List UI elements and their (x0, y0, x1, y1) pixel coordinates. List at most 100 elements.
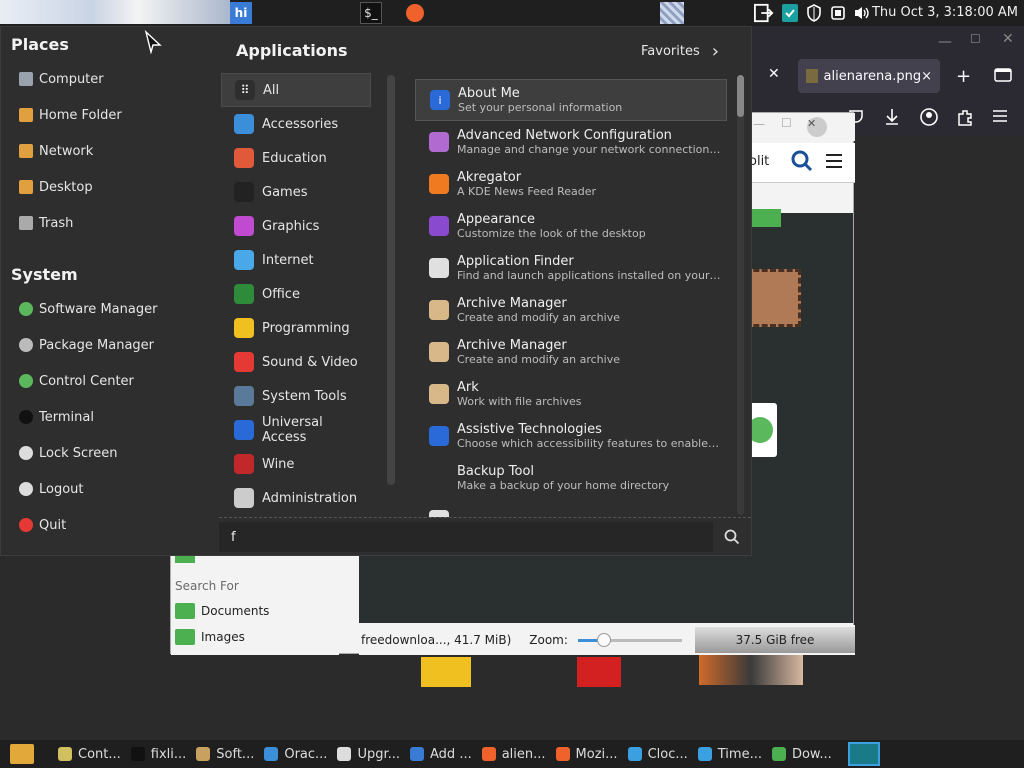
file-manager-launcher-icon[interactable] (10, 744, 34, 764)
minimize-icon[interactable]: — (938, 34, 952, 50)
category-accessories[interactable]: Accessories (221, 107, 371, 141)
app-item[interactable]: i About Me Set your personal information (415, 79, 727, 121)
category-universal-access[interactable]: Universal Access (221, 413, 371, 447)
place-item-computer[interactable]: Computer (19, 69, 104, 89)
system-item-quit[interactable]: Quit (19, 515, 66, 535)
app-item[interactable]: Application Finder Find and launch applic… (415, 247, 727, 289)
app-item[interactable]: Archive Manager Create and modify an arch… (415, 331, 727, 373)
system-item-terminal[interactable]: Terminal (19, 407, 94, 427)
fm-close-icon[interactable]: ✕ (807, 117, 827, 137)
extensions-icon[interactable] (956, 108, 974, 130)
close-tab-icon[interactable]: ✕ (768, 66, 780, 82)
sidebar-search-for-header: Search For (175, 579, 239, 593)
file-thumb-green[interactable] (749, 209, 781, 227)
category-education[interactable]: Education (221, 141, 371, 175)
app-item[interactable] (415, 499, 727, 517)
taskbar-item[interactable]: Dow... (771, 747, 832, 762)
appearance-icon (429, 216, 449, 236)
exit-tray-icon[interactable] (754, 3, 774, 23)
sidebar-item-documents[interactable]: Documents (175, 603, 269, 619)
category-office[interactable]: Office (221, 277, 371, 311)
taskbar-item[interactable]: Add ... (410, 747, 472, 762)
firefox-icon (481, 747, 496, 761)
app-item[interactable]: Akregator A KDE News Feed Reader (415, 163, 727, 205)
category-internet[interactable]: Internet (221, 243, 371, 277)
taskbar-item[interactable]: fixli... (130, 747, 186, 762)
terminal-launcher-icon[interactable]: $_ (360, 2, 382, 24)
taskbar-item[interactable]: alien... (481, 747, 546, 762)
zoom-slider[interactable] (577, 632, 682, 647)
volume-icon[interactable] (852, 3, 872, 23)
app-item[interactable]: Backup Tool Make a backup of your home di… (415, 457, 727, 499)
shield-tray-icon[interactable] (804, 3, 824, 23)
app-item[interactable]: Assistive Technologies Choose which acces… (415, 415, 727, 457)
category-system-tools[interactable]: System Tools (221, 379, 371, 413)
file-thumb-chip[interactable] (745, 269, 801, 327)
taskbar-item[interactable]: Time... (697, 747, 762, 762)
tab-close-icon[interactable]: × (921, 69, 932, 84)
category-sound-video[interactable]: Sound & Video (221, 345, 371, 379)
fm-minimize-icon[interactable]: — (753, 117, 765, 131)
application-scrollbar-track[interactable] (737, 75, 744, 515)
computer-icon (19, 72, 33, 86)
app-item[interactable]: Archive Manager Create and modify an arch… (415, 289, 727, 331)
taskbar-item[interactable]: Mozi... (555, 747, 618, 762)
applications-heading: Applications (236, 41, 348, 60)
system-item-control-center[interactable]: Control Center (19, 371, 134, 391)
category-games[interactable]: Games (221, 175, 371, 209)
category-administration[interactable]: Administration (221, 481, 371, 515)
menu-search-input[interactable] (219, 522, 713, 552)
category-label: Wine (262, 456, 295, 472)
fm-menu-icon[interactable] (825, 153, 843, 173)
system-item-software-manager[interactable]: Software Manager (19, 299, 157, 319)
taskbar-item[interactable]: Cont... (58, 747, 121, 762)
zoom-slider-knob[interactable] (596, 632, 611, 647)
app-description: Choose which accessibility features to e… (457, 437, 721, 450)
place-item-desktop[interactable]: Desktop (19, 177, 93, 197)
maximize-icon[interactable]: ☐ (970, 32, 981, 46)
place-item-home-folder[interactable]: Home Folder (19, 105, 122, 125)
fm-search-icon[interactable] (791, 150, 813, 176)
window-tray-icon[interactable] (828, 3, 848, 23)
file-thumb-red[interactable] (577, 657, 621, 687)
taskbar-item[interactable]: Upgr... (337, 747, 400, 762)
programming-icon (234, 318, 254, 338)
search-icon[interactable] (717, 522, 747, 552)
system-item-package-manager[interactable]: Package Manager (19, 335, 154, 355)
image-viewer-launcher-icon[interactable] (660, 2, 684, 24)
updates-tray-icon[interactable] (780, 3, 800, 23)
category-programming[interactable]: Programming (221, 311, 371, 345)
tab-list-icon[interactable] (994, 67, 1012, 86)
taskbar-item[interactable]: Cloc... (627, 747, 688, 762)
new-tab-icon[interactable]: + (956, 66, 971, 87)
taskbar-item[interactable]: Orac... (264, 747, 327, 762)
application-scrollbar-thumb[interactable] (737, 75, 744, 117)
category-all[interactable]: ⠿ All (221, 73, 371, 107)
category-scrollbar[interactable] (387, 75, 395, 485)
app-item[interactable]: Ark Work with file archives (415, 373, 727, 415)
account-icon[interactable] (920, 108, 938, 130)
place-item-trash[interactable]: Trash (19, 213, 73, 233)
app-item[interactable]: Advanced Network Configuration Manage and… (415, 121, 727, 163)
zoom-label: Zoom: (529, 633, 568, 647)
category-wine[interactable]: Wine (221, 447, 371, 481)
firefox-launcher-icon[interactable] (404, 2, 426, 24)
browser-tab-alienarena[interactable]: alienarena.png × (798, 59, 940, 93)
category-graphics[interactable]: Graphics (221, 209, 371, 243)
hi-app-button[interactable]: hi (230, 2, 252, 24)
workspace-switcher[interactable] (847, 742, 880, 766)
system-item-logout[interactable]: Logout (19, 479, 84, 499)
favorites-button[interactable]: Favorites › (641, 41, 719, 62)
fm-maximize-icon[interactable]: ☐ (781, 116, 792, 130)
file-thumb-yellow[interactable] (421, 657, 471, 687)
place-item-network[interactable]: Network (19, 141, 93, 161)
system-item-lock-screen[interactable]: Lock Screen (19, 443, 117, 463)
clock[interactable]: Thu Oct 3, 3:18:00 AM (872, 5, 1018, 20)
sidebar-item-images[interactable]: Images (175, 629, 245, 645)
download-icon[interactable] (884, 108, 900, 130)
app-item[interactable]: Appearance Customize the look of the desk… (415, 205, 727, 247)
hamburger-menu-icon[interactable] (992, 108, 1008, 127)
taskbar-item[interactable]: Soft... (196, 747, 254, 762)
close-window-icon[interactable]: ✕ (1002, 31, 1014, 47)
place-item-label: Home Folder (39, 107, 122, 123)
